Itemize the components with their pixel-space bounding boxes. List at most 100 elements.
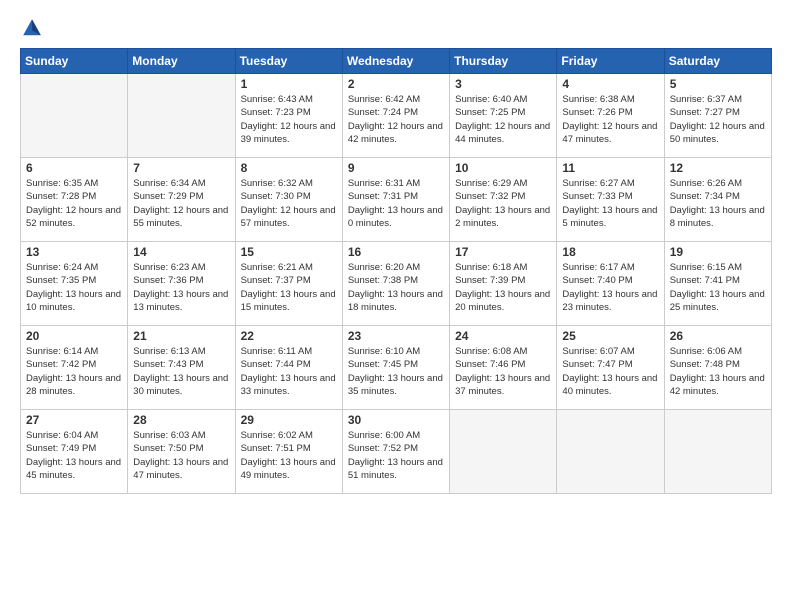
day-info: Sunrise: 6:02 AM Sunset: 7:51 PM Dayligh… <box>241 429 337 482</box>
table-row: 2 Sunrise: 6:42 AM Sunset: 7:24 PM Daylig… <box>342 74 449 158</box>
day-number: 25 <box>562 329 658 343</box>
table-row: 29 Sunrise: 6:02 AM Sunset: 7:51 PM Dayli… <box>235 410 342 494</box>
logo-icon <box>20 16 44 40</box>
day-number: 3 <box>455 77 551 91</box>
table-row: 13 Sunrise: 6:24 AM Sunset: 7:35 PM Dayli… <box>21 242 128 326</box>
table-row: 26 Sunrise: 6:06 AM Sunset: 7:48 PM Dayli… <box>664 326 771 410</box>
day-number: 2 <box>348 77 444 91</box>
day-number: 27 <box>26 413 122 427</box>
day-number: 21 <box>133 329 229 343</box>
day-number: 4 <box>562 77 658 91</box>
table-row: 5 Sunrise: 6:37 AM Sunset: 7:27 PM Daylig… <box>664 74 771 158</box>
header-thursday: Thursday <box>450 49 557 74</box>
header-friday: Friday <box>557 49 664 74</box>
day-info: Sunrise: 6:23 AM Sunset: 7:36 PM Dayligh… <box>133 261 229 314</box>
day-number: 17 <box>455 245 551 259</box>
day-number: 1 <box>241 77 337 91</box>
table-row: 21 Sunrise: 6:13 AM Sunset: 7:43 PM Dayli… <box>128 326 235 410</box>
day-info: Sunrise: 6:27 AM Sunset: 7:33 PM Dayligh… <box>562 177 658 230</box>
day-number: 10 <box>455 161 551 175</box>
calendar-week-row: 27 Sunrise: 6:04 AM Sunset: 7:49 PM Dayli… <box>21 410 772 494</box>
table-row: 17 Sunrise: 6:18 AM Sunset: 7:39 PM Dayli… <box>450 242 557 326</box>
day-number: 14 <box>133 245 229 259</box>
day-number: 26 <box>670 329 766 343</box>
table-row: 8Sunrise: 6:32 AM Sunset: 7:30 PM Daylig… <box>235 158 342 242</box>
day-number: 11 <box>562 161 658 175</box>
table-row <box>557 410 664 494</box>
day-number: 7 <box>133 161 229 175</box>
day-number: 29 <box>241 413 337 427</box>
day-info: Sunrise: 6:11 AM Sunset: 7:44 PM Dayligh… <box>241 345 337 398</box>
day-info: Sunrise: 6:38 AM Sunset: 7:26 PM Dayligh… <box>562 93 658 146</box>
page-header <box>20 16 772 40</box>
table-row <box>664 410 771 494</box>
table-row: 24 Sunrise: 6:08 AM Sunset: 7:46 PM Dayli… <box>450 326 557 410</box>
header-sunday: Sunday <box>21 49 128 74</box>
table-row <box>450 410 557 494</box>
day-info: Sunrise: 6:00 AM Sunset: 7:52 PM Dayligh… <box>348 429 444 482</box>
day-number: 23 <box>348 329 444 343</box>
table-row: 9 Sunrise: 6:31 AM Sunset: 7:31 PM Daylig… <box>342 158 449 242</box>
table-row: 4 Sunrise: 6:38 AM Sunset: 7:26 PM Daylig… <box>557 74 664 158</box>
day-info: Sunrise: 6:07 AM Sunset: 7:47 PM Dayligh… <box>562 345 658 398</box>
calendar-week-row: 13 Sunrise: 6:24 AM Sunset: 7:35 PM Dayli… <box>21 242 772 326</box>
day-info: Sunrise: 6:15 AM Sunset: 7:41 PM Dayligh… <box>670 261 766 314</box>
day-info: Sunrise: 6:20 AM Sunset: 7:38 PM Dayligh… <box>348 261 444 314</box>
logo <box>20 16 48 40</box>
day-info: Sunrise: 6:04 AM Sunset: 7:49 PM Dayligh… <box>26 429 122 482</box>
table-row <box>21 74 128 158</box>
table-row: 18 Sunrise: 6:17 AM Sunset: 7:40 PM Dayli… <box>557 242 664 326</box>
day-number: 8 <box>241 161 337 175</box>
day-info: Sunrise: 6:13 AM Sunset: 7:43 PM Dayligh… <box>133 345 229 398</box>
table-row: 15 Sunrise: 6:21 AM Sunset: 7:37 PM Dayli… <box>235 242 342 326</box>
header-monday: Monday <box>128 49 235 74</box>
table-row: 23 Sunrise: 6:10 AM Sunset: 7:45 PM Dayli… <box>342 326 449 410</box>
weekday-header-row: Sunday Monday Tuesday Wednesday Thursday… <box>21 49 772 74</box>
day-info: Sunrise: 6:17 AM Sunset: 7:40 PM Dayligh… <box>562 261 658 314</box>
day-info: Sunrise: 6:14 AM Sunset: 7:42 PM Dayligh… <box>26 345 122 398</box>
table-row: 20 Sunrise: 6:14 AM Sunset: 7:42 PM Dayli… <box>21 326 128 410</box>
day-number: 19 <box>670 245 766 259</box>
calendar-week-row: 1 Sunrise: 6:43 AM Sunset: 7:23 PM Daylig… <box>21 74 772 158</box>
calendar-table: Sunday Monday Tuesday Wednesday Thursday… <box>20 48 772 494</box>
table-row: 27 Sunrise: 6:04 AM Sunset: 7:49 PM Dayli… <box>21 410 128 494</box>
calendar-week-row: 20 Sunrise: 6:14 AM Sunset: 7:42 PM Dayli… <box>21 326 772 410</box>
day-info: Sunrise: 6:18 AM Sunset: 7:39 PM Dayligh… <box>455 261 551 314</box>
day-number: 20 <box>26 329 122 343</box>
day-info: Sunrise: 6:06 AM Sunset: 7:48 PM Dayligh… <box>670 345 766 398</box>
table-row: 22 Sunrise: 6:11 AM Sunset: 7:44 PM Dayli… <box>235 326 342 410</box>
day-info: Sunrise: 6:08 AM Sunset: 7:46 PM Dayligh… <box>455 345 551 398</box>
day-info: Sunrise: 6:40 AM Sunset: 7:25 PM Dayligh… <box>455 93 551 146</box>
day-number: 5 <box>670 77 766 91</box>
day-number: 13 <box>26 245 122 259</box>
day-number: 22 <box>241 329 337 343</box>
day-number: 28 <box>133 413 229 427</box>
day-info: Sunrise: 6:29 AM Sunset: 7:32 PM Dayligh… <box>455 177 551 230</box>
day-info: Sunrise: 6:24 AM Sunset: 7:35 PM Dayligh… <box>26 261 122 314</box>
day-info: Sunrise: 6:21 AM Sunset: 7:37 PM Dayligh… <box>241 261 337 314</box>
day-number: 30 <box>348 413 444 427</box>
calendar-week-row: 6 Sunrise: 6:35 AM Sunset: 7:28 PM Daylig… <box>21 158 772 242</box>
day-number: 15 <box>241 245 337 259</box>
table-row: 25 Sunrise: 6:07 AM Sunset: 7:47 PM Dayli… <box>557 326 664 410</box>
day-number: 12 <box>670 161 766 175</box>
table-row: 1 Sunrise: 6:43 AM Sunset: 7:23 PM Daylig… <box>235 74 342 158</box>
day-number: 6 <box>26 161 122 175</box>
header-tuesday: Tuesday <box>235 49 342 74</box>
header-wednesday: Wednesday <box>342 49 449 74</box>
day-info: Sunrise: 6:42 AM Sunset: 7:24 PM Dayligh… <box>348 93 444 146</box>
day-info: Sunrise: 6:26 AM Sunset: 7:34 PM Dayligh… <box>670 177 766 230</box>
day-number: 9 <box>348 161 444 175</box>
header-saturday: Saturday <box>664 49 771 74</box>
day-number: 24 <box>455 329 551 343</box>
table-row: 19 Sunrise: 6:15 AM Sunset: 7:41 PM Dayli… <box>664 242 771 326</box>
day-info: Sunrise: 6:31 AM Sunset: 7:31 PM Dayligh… <box>348 177 444 230</box>
table-row: 6 Sunrise: 6:35 AM Sunset: 7:28 PM Daylig… <box>21 158 128 242</box>
day-number: 18 <box>562 245 658 259</box>
day-info: Sunrise: 6:43 AM Sunset: 7:23 PM Dayligh… <box>241 93 337 146</box>
day-info: Sunrise: 6:10 AM Sunset: 7:45 PM Dayligh… <box>348 345 444 398</box>
day-info: Sunrise: 6:35 AM Sunset: 7:28 PM Dayligh… <box>26 177 122 230</box>
day-info: Sunrise: 6:03 AM Sunset: 7:50 PM Dayligh… <box>133 429 229 482</box>
table-row: 28 Sunrise: 6:03 AM Sunset: 7:50 PM Dayli… <box>128 410 235 494</box>
day-info: Sunrise: 6:37 AM Sunset: 7:27 PM Dayligh… <box>670 93 766 146</box>
